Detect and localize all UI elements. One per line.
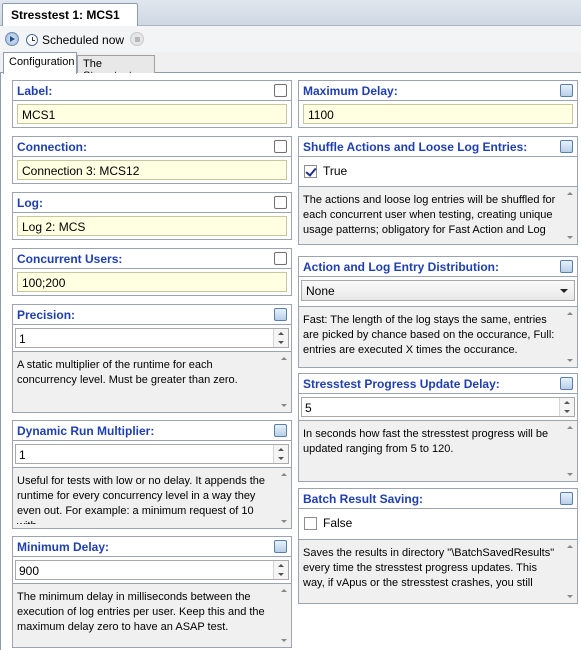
schedule-label: Scheduled now <box>42 33 125 47</box>
dynamic-run-multiplier-description: Useful for tests with low or no delay. I… <box>12 468 292 529</box>
play-icon <box>5 32 19 46</box>
progress-update-delay-description: In seconds how fast the stresstest progr… <box>298 421 578 482</box>
dynamic-run-multiplier-description-text: Useful for tests with low or no delay. I… <box>17 475 266 524</box>
document-tabstrip: Stresstest 1: MCS1 <box>0 0 581 26</box>
minimum-delay-checkbox[interactable] <box>274 540 287 553</box>
progress-update-delay-checkbox[interactable] <box>560 377 573 390</box>
progress-update-delay-value: 5 <box>305 401 312 415</box>
tab-configuration[interactable]: Configuration <box>3 52 77 74</box>
precision-title: Precision: <box>17 308 76 322</box>
dynamic-run-multiplier-panel: Dynamic Run Multiplier: 1 Useful for tes… <box>12 420 292 529</box>
minimum-delay-stepper[interactable]: 900 <box>15 560 289 580</box>
connection-checkbox[interactable] <box>274 140 287 153</box>
connection-input[interactable]: Connection 3: MCS12 <box>17 160 287 180</box>
stepper-arrows[interactable] <box>559 398 574 416</box>
schedule-button[interactable]: Scheduled now <box>26 33 124 47</box>
batch-result-saving-value-checkbox[interactable] <box>304 516 317 530</box>
precision-checkbox[interactable] <box>274 308 287 321</box>
connection-panel: Connection: Connection 3: MCS12 <box>12 136 292 184</box>
progress-update-delay-title: Stresstest Progress Update Delay: <box>303 377 500 391</box>
chevron-down-icon <box>560 289 568 293</box>
description-scrollbar[interactable] <box>566 310 575 364</box>
stop-button[interactable] <box>130 32 144 46</box>
shuffle-title: Shuffle Actions and Loose Log Entries: <box>303 140 528 154</box>
distribution-title: Action and Log Entry Distribution: <box>303 260 499 274</box>
toolbar: Scheduled now <box>0 26 581 52</box>
concurrent-users-input[interactable]: 100;200 <box>17 272 287 292</box>
stepper-arrows[interactable] <box>273 445 288 463</box>
shuffle-description-text: The actions and loose log entries will b… <box>303 194 556 236</box>
distribution-select[interactable]: None <box>301 280 575 301</box>
connection-title: Connection: <box>17 140 87 154</box>
log-input[interactable]: Log 2: MCS <box>17 216 287 236</box>
description-scrollbar[interactable] <box>280 471 289 525</box>
start-button[interactable] <box>5 32 19 46</box>
dynamic-run-multiplier-value: 1 <box>19 448 26 462</box>
concurrent-users-panel: Concurrent Users: 100;200 <box>12 248 292 296</box>
stepper-arrows[interactable] <box>273 561 288 579</box>
description-scrollbar[interactable] <box>280 355 289 409</box>
minimum-delay-description-text: The minimum delay in milliseconds betwee… <box>17 591 265 633</box>
description-scrollbar[interactable] <box>566 424 575 478</box>
minimum-delay-panel: Minimum Delay: 900 The minimum delay in … <box>12 536 292 648</box>
maximum-delay-input[interactable]: 1100 <box>303 104 573 124</box>
distribution-panel: Action and Log Entry Distribution: None … <box>298 256 578 368</box>
batch-result-saving-value-label: False <box>323 516 353 530</box>
batch-result-saving-description: Saves the results in directory "\BatchSa… <box>298 540 578 604</box>
maximum-delay-checkbox[interactable] <box>560 84 573 97</box>
shuffle-value-label: True <box>323 164 348 178</box>
dynamic-run-multiplier-checkbox[interactable] <box>274 424 287 437</box>
distribution-selected-value: None <box>306 284 335 298</box>
description-scrollbar[interactable] <box>280 587 289 644</box>
precision-panel: Precision: 1 A static multiplier of the … <box>12 304 292 413</box>
tab-the-stresstest[interactable]: The Stresstest <box>77 55 155 82</box>
maximum-delay-panel: Maximum Delay: 1100 <box>298 80 578 128</box>
tab-bar: Configuration The Stresstest <box>0 52 581 82</box>
label-title: Label: <box>17 84 53 98</box>
log-panel: Log: Log 2: MCS <box>12 192 292 240</box>
precision-description: A static multiplier of the runtime for e… <box>12 352 292 413</box>
concurrent-users-title: Concurrent Users: <box>17 252 123 266</box>
progress-update-delay-description-text: In seconds how fast the stresstest progr… <box>303 428 549 455</box>
precision-value: 1 <box>19 332 26 346</box>
batch-result-saving-panel: Batch Result Saving: False Saves the res… <box>298 488 578 604</box>
concurrent-users-checkbox[interactable] <box>274 252 287 265</box>
distribution-description-text: Fast: The length of the log stays the sa… <box>303 314 555 356</box>
progress-update-delay-panel: Stresstest Progress Update Delay: 5 In s… <box>298 373 578 482</box>
stepper-arrows[interactable] <box>273 329 288 347</box>
document-tab[interactable]: Stresstest 1: MCS1 <box>2 3 138 26</box>
progress-update-delay-stepper[interactable]: 5 <box>301 397 575 417</box>
label-input[interactable]: MCS1 <box>17 104 287 124</box>
minimum-delay-value: 900 <box>19 564 40 578</box>
maximum-delay-title: Maximum Delay: <box>303 84 398 98</box>
log-title: Log: <box>17 196 43 210</box>
shuffle-panel: Shuffle Actions and Loose Log Entries: T… <box>298 136 578 245</box>
stop-icon <box>130 32 144 46</box>
clock-icon <box>26 34 38 46</box>
shuffle-description: The actions and loose log entries will b… <box>298 187 578 245</box>
description-scrollbar[interactable] <box>566 190 575 241</box>
dynamic-run-multiplier-title: Dynamic Run Multiplier: <box>17 424 155 438</box>
distribution-description: Fast: The length of the log stays the sa… <box>298 307 578 368</box>
distribution-checkbox[interactable] <box>560 260 573 273</box>
shuffle-checkbox[interactable] <box>560 140 573 153</box>
batch-result-saving-toggle[interactable]: False <box>304 516 352 530</box>
precision-stepper[interactable]: 1 <box>15 328 289 348</box>
label-checkbox[interactable] <box>274 84 287 97</box>
log-checkbox[interactable] <box>274 196 287 209</box>
batch-result-saving-description-text: Saves the results in directory "\BatchSa… <box>303 547 555 589</box>
configuration-content: Label: MCS1 Connection: Connection 3: MC… <box>0 73 581 650</box>
dynamic-run-multiplier-stepper[interactable]: 1 <box>15 444 289 464</box>
minimum-delay-description: The minimum delay in milliseconds betwee… <box>12 584 292 648</box>
batch-result-saving-title: Batch Result Saving: <box>303 492 424 506</box>
minimum-delay-title: Minimum Delay: <box>17 540 110 554</box>
precision-description-text: A static multiplier of the runtime for e… <box>17 359 238 386</box>
shuffle-toggle[interactable]: True <box>304 164 347 178</box>
batch-result-saving-checkbox[interactable] <box>560 492 573 505</box>
description-scrollbar[interactable] <box>566 543 575 600</box>
shuffle-value-checkbox[interactable] <box>304 164 317 178</box>
label-panel: Label: MCS1 <box>12 80 292 128</box>
